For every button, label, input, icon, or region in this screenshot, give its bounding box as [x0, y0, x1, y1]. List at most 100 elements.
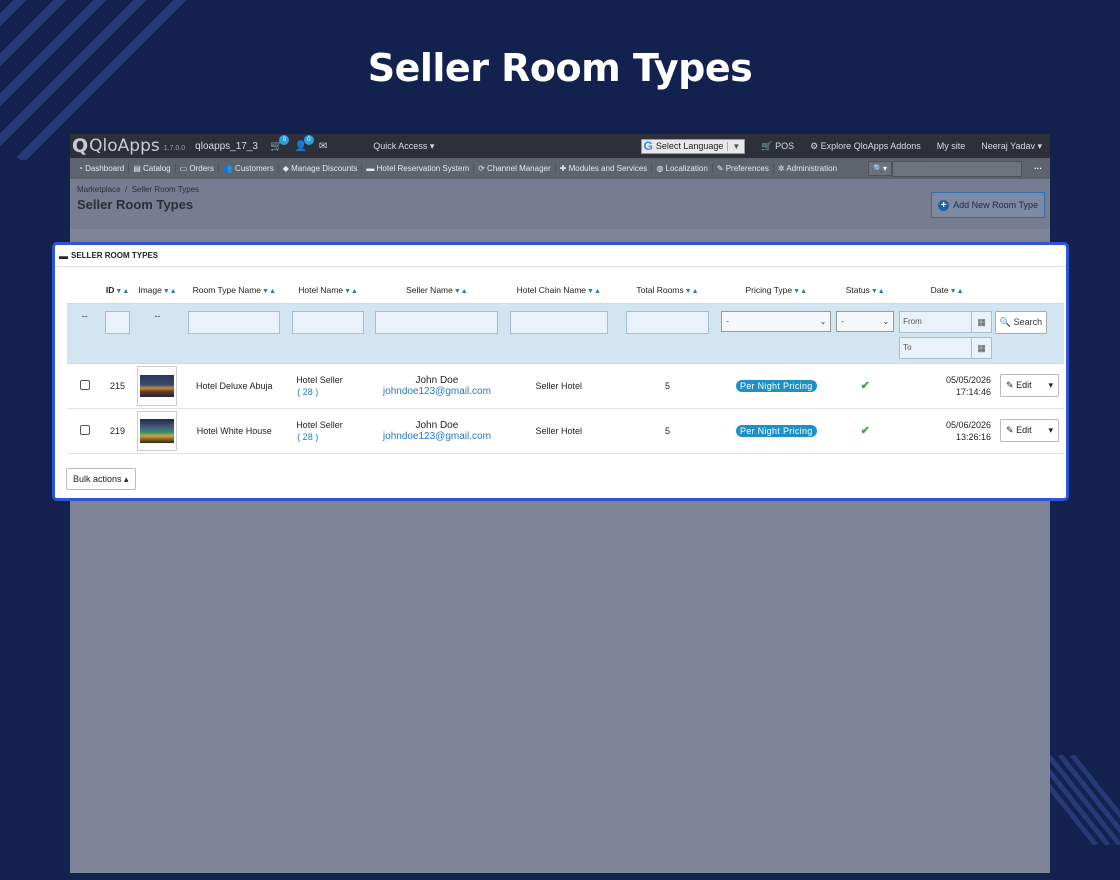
filter-image-dash: -- [132, 302, 183, 364]
sort-icon[interactable]: ▼▲ [262, 288, 276, 295]
calendar-icon[interactable]: ▦ [971, 337, 991, 358]
check-icon[interactable]: ✔ [861, 425, 870, 437]
filter-status-select[interactable]: - ⌄ [836, 310, 895, 332]
chevron-down-icon: ▼ [727, 141, 740, 151]
sort-icon[interactable]: ▼▲ [685, 288, 699, 295]
cart-button[interactable]: 🛒 0 [270, 134, 290, 152]
chevron-down-icon: ⌄ [819, 316, 827, 326]
sort-icon[interactable]: ▼▲ [115, 288, 129, 295]
search-button[interactable]: 🔍 Search [995, 310, 1048, 334]
room-thumbnail [137, 365, 178, 406]
my-site-link[interactable]: My site [937, 141, 966, 151]
hotel-count-link[interactable]: ( 28 ) [296, 387, 370, 397]
col-hotel-name[interactable]: Hotel Name▼▲ [286, 278, 370, 303]
messages-button[interactable]: ✉ [319, 141, 327, 152]
menu-item-hotel-reservation[interactable]: ▬ Hotel Reservation System [362, 164, 475, 173]
table-row[interactable]: 215 Hotel Deluxe Abuja Hotel Seller( 28 … [67, 363, 1064, 409]
col-hotel-chain-name[interactable]: Hotel Chain Name▼▲ [504, 278, 614, 303]
col-room-type-name[interactable]: Room Type Name▼▲ [182, 278, 286, 303]
col-status[interactable]: Status▼▲ [831, 278, 899, 303]
sort-icon[interactable]: ▼▲ [454, 288, 468, 295]
seller-email-link[interactable]: johndoe123@gmail.com [370, 386, 504, 397]
menu-item-dashboard[interactable]: ◔ Dashboard [74, 164, 130, 173]
col-date[interactable]: Date▼▲ [899, 278, 995, 303]
bulk-actions-button[interactable]: Bulk actions ▴ [66, 468, 136, 490]
logo[interactable]: Q QloApps [72, 135, 160, 157]
sort-icon[interactable]: ▼▲ [793, 288, 807, 295]
filter-date-to[interactable]: To ▦ [899, 336, 993, 359]
menu-item-customers[interactable]: 👥 Customers [219, 164, 279, 173]
col-total-rooms[interactable]: Total Rooms▼▲ [614, 278, 722, 303]
filter-hotel-name-input[interactable] [292, 310, 365, 334]
cart-badge: 0 [279, 134, 290, 145]
caret-down-icon[interactable]: ▾ [1049, 380, 1054, 391]
admin-search-input[interactable] [892, 160, 1022, 177]
menu-item-channel-manager[interactable]: ⟳ Channel Manager [474, 164, 556, 173]
search-type-dropdown[interactable]: 🔍▾ [868, 161, 892, 176]
col-id[interactable]: ID▼▲ [103, 278, 133, 303]
quick-access-dropdown[interactable]: Quick Access ▾ [373, 141, 434, 152]
language-select[interactable]: G Select Language ▼ [640, 138, 746, 154]
menu-search: 🔍▾ ··· [868, 160, 1050, 177]
filter-chain-name-input[interactable] [509, 310, 608, 334]
credit-card-icon: ▭ [179, 164, 188, 173]
col-seller-name[interactable]: Seller Name▼▲ [370, 278, 504, 303]
explore-addons-link[interactable]: ⚙ Explore QloApps Addons [810, 141, 921, 152]
user-menu[interactable]: Neeraj Yadav ▾ [981, 141, 1042, 152]
filter-room-type-input[interactable] [188, 310, 281, 334]
globe-icon: ◍ [656, 164, 664, 173]
pos-link[interactable]: 🛒 POS [761, 141, 794, 152]
pricing-badge: Per Night Pricing [735, 424, 817, 437]
col-actions [995, 278, 1064, 303]
menu-item-administration[interactable]: ✲ Administration [774, 164, 841, 173]
filter-id-input[interactable] [105, 310, 131, 334]
row-chain: Seller Hotel [503, 408, 614, 454]
menu-item-manage-discounts[interactable]: ◆ Manage Discounts [279, 164, 363, 173]
sort-icon[interactable]: ▼▲ [871, 288, 885, 295]
menu-item-localization[interactable]: ◍ Localization [652, 164, 713, 173]
caret-down-icon[interactable]: ▾ [1049, 425, 1054, 436]
plus-circle-icon: + [938, 199, 950, 211]
edit-button[interactable]: ✎ Edit ▾ [1000, 419, 1060, 442]
top-bar: Q QloApps 1.7.0.0 qloapps_17_3 🛒 0 👤 0 ✉ Q… [70, 134, 1050, 158]
shop-name[interactable]: qloapps_17_3 [195, 141, 258, 152]
menu-item-modules[interactable]: ✚ Modules and Services [556, 164, 653, 173]
breadcrumb-marketplace[interactable]: Marketplace [77, 185, 121, 194]
edit-button[interactable]: ✎ Edit ▾ [1000, 374, 1060, 397]
menu-item-orders[interactable]: ▭ Orders [176, 164, 219, 173]
row-hotel: Hotel Seller( 28 ) [286, 363, 370, 409]
more-icon[interactable]: ··· [1034, 164, 1042, 173]
customers-notification-button[interactable]: 👤 0 [294, 134, 314, 152]
hotel-count-link[interactable]: ( 28 ) [296, 432, 370, 442]
filter-seller-name-input[interactable] [375, 310, 499, 334]
panel-title: SELLER ROOM TYPES [71, 251, 159, 260]
sort-icon[interactable]: ▼▲ [587, 288, 601, 295]
col-pricing-type[interactable]: Pricing Type▼▲ [721, 278, 831, 303]
tag-icon: ◆ [282, 164, 289, 173]
sort-icon[interactable]: ▼▲ [163, 288, 177, 295]
menu-item-catalog[interactable]: ▤ Catalog [129, 164, 176, 173]
col-image[interactable]: Image▼▲ [133, 278, 183, 303]
menu-item-preferences[interactable]: ✎ Preferences [713, 164, 774, 173]
add-new-room-type-button[interactable]: + Add New Room Type [931, 192, 1045, 218]
filter-date-from[interactable]: From ▦ [899, 310, 993, 333]
filter-total-rooms-input[interactable] [625, 310, 709, 334]
calendar-icon[interactable]: ▦ [971, 311, 991, 332]
seller-email-link[interactable]: johndoe123@gmail.com [370, 431, 504, 442]
row-checkbox[interactable] [79, 424, 90, 435]
row-checkbox[interactable] [79, 379, 90, 390]
row-seller: John Doe johndoe123@gmail.com [370, 408, 504, 454]
search-icon: 🔍 [999, 316, 1012, 327]
logo-text: QloApps [89, 136, 160, 156]
table-row[interactable]: 219 Hotel White House Hotel Seller( 28 )… [67, 408, 1064, 454]
users-icon: 👥 [222, 164, 233, 173]
sort-icon[interactable]: ▼▲ [344, 288, 358, 295]
check-icon[interactable]: ✔ [861, 380, 870, 392]
room-thumbnail [137, 410, 178, 451]
filter-pricing-select[interactable]: - ⌄ [721, 310, 832, 332]
chevron-down-icon: ⌄ [882, 316, 890, 326]
sort-icon[interactable]: ▼▲ [950, 288, 964, 295]
row-id: 219 [102, 408, 133, 454]
version-label: 1.7.0.0 [163, 145, 186, 152]
hero-title: Seller Room Types [367, 46, 753, 90]
